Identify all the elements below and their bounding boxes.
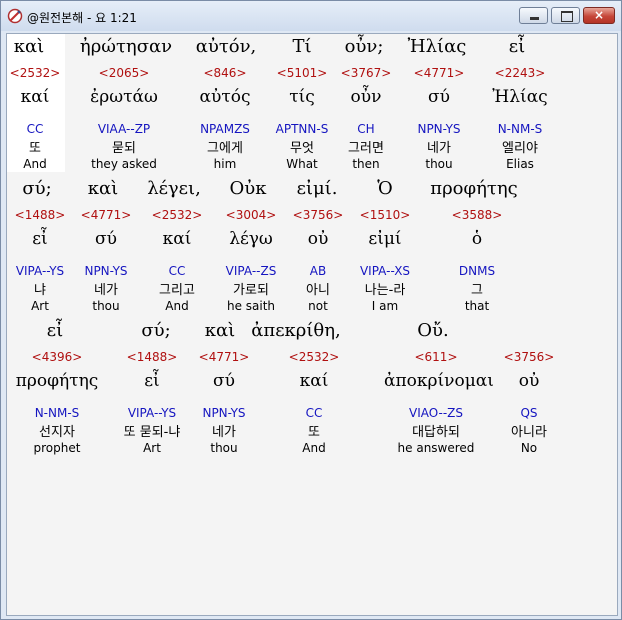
korean-gloss: 엘리야	[502, 141, 538, 156]
word-gloss-group[interactable]: <4396> προφήτης N-NM-S 선지자 prophet	[7, 350, 109, 455]
english-gloss: I am	[371, 299, 399, 313]
interlinear-panel[interactable]: καὶ ἠρώτησαν αὐτόν, Τί οὖν; Ἠλίας εἶ <2532> καί C…	[6, 33, 618, 616]
korean-gloss: 선지자	[39, 425, 75, 440]
korean-gloss: 아니라	[511, 425, 547, 440]
parsing-code: QS	[520, 406, 538, 420]
minimize-icon	[530, 17, 539, 20]
greek-word[interactable]: λέγει,	[147, 178, 201, 199]
word-gloss-group[interactable]: <3588> ὁ DNMS 그 that	[425, 208, 529, 313]
word-gloss-group[interactable]: <611> ἀποκρίνομαι VIAO--ZS 대답하되 he answered	[384, 350, 494, 455]
word-gloss-group[interactable]: <2532> καί CC 또 And	[262, 350, 366, 455]
parsing-code: CC	[305, 406, 323, 420]
english-gloss: No	[520, 441, 538, 455]
lemma-word: Ἠλίας	[492, 87, 548, 107]
english-gloss: thou	[210, 441, 238, 455]
lemma-word: ὁ	[471, 229, 483, 249]
word-gloss-group[interactable]: <2243> Ἠλίας N-NM-S 엘리야 Elias	[468, 66, 572, 171]
word-gloss-group[interactable]: <4771> σύ NPN-YS 네가 thou	[172, 350, 276, 455]
word-gloss-group[interactable]: <3756> οὐ QS 아니라 No	[477, 350, 581, 455]
parsing-code: VIAA--ZP	[97, 122, 151, 136]
maximize-icon	[561, 11, 573, 22]
korean-gloss: 묻되	[112, 141, 136, 156]
english-gloss: they asked	[91, 157, 157, 171]
greek-word[interactable]: Οὐκ	[230, 178, 267, 199]
close-button[interactable]: ×	[583, 7, 615, 24]
lemma-word: ἀποκρίνομαι	[384, 371, 494, 391]
lemma-word: εἰμί	[368, 229, 402, 249]
strongs-number[interactable]: <611>	[384, 350, 488, 364]
korean-gloss: 나는-라	[364, 283, 406, 298]
lemma-word: καί	[299, 371, 329, 391]
lemma-word: ἐρωτάω	[90, 87, 158, 107]
strongs-number[interactable]: <4396>	[7, 350, 109, 364]
korean-gloss: 대답하되	[412, 425, 460, 440]
greek-word[interactable]: οὖν;	[345, 36, 384, 57]
lemma-word: οὐ	[518, 371, 540, 391]
english-gloss: prophet	[33, 441, 81, 455]
greek-word[interactable]: Τί	[292, 36, 311, 57]
strongs-number[interactable]: <2532>	[262, 350, 366, 364]
strongs-number[interactable]: <1510>	[333, 208, 437, 222]
strongs-number[interactable]: <3756>	[477, 350, 581, 364]
word-gloss-group[interactable]: <1510> εἰμί VIPA--XS 나는-라 I am	[333, 208, 437, 313]
parsing-code: N-NM-S	[497, 122, 543, 136]
parsing-code: VIAO--ZS	[408, 406, 464, 420]
greek-word[interactable]: Ἠλίας	[408, 36, 467, 57]
greek-word[interactable]: ἠρώτησαν	[80, 36, 172, 57]
greek-word[interactable]: εἶ	[47, 320, 63, 341]
greek-word[interactable]: Οὔ.	[417, 320, 448, 341]
korean-gloss: 네가	[212, 425, 236, 440]
greek-word[interactable]: σύ;	[22, 178, 51, 199]
greek-word[interactable]: καὶ	[14, 36, 44, 57]
greek-word[interactable]: καὶ	[88, 178, 118, 199]
greek-word[interactable]: καὶ	[205, 320, 235, 341]
english-gloss: And	[302, 441, 326, 455]
strongs-number[interactable]: <2065>	[72, 66, 176, 80]
lemma-word: προφήτης	[15, 371, 99, 391]
korean-gloss: 그	[471, 283, 483, 298]
maximize-button[interactable]	[551, 7, 580, 24]
title-bar[interactable]: @원전본해 - 요 1:21 ×	[1, 1, 621, 31]
english-gloss: he answered	[397, 441, 475, 455]
app-logo-icon	[7, 8, 23, 24]
close-icon: ×	[593, 8, 605, 22]
greek-word[interactable]: Ὁ	[377, 178, 392, 199]
minimize-button[interactable]	[519, 7, 548, 24]
english-gloss: that	[464, 299, 490, 313]
parsing-code: VIPA--XS	[359, 264, 411, 278]
parsing-code: DNMS	[458, 264, 496, 278]
strongs-number[interactable]: <4771>	[172, 350, 276, 364]
greek-word[interactable]: ἀπεκρίθη,	[251, 320, 341, 341]
lemma-word: σύ	[213, 371, 235, 391]
greek-word[interactable]: αὐτόν,	[196, 36, 257, 57]
strongs-number[interactable]: <3588>	[425, 208, 529, 222]
korean-gloss: 또	[308, 425, 320, 440]
greek-word[interactable]: εἶ	[509, 36, 525, 57]
app-window: @원전본해 - 요 1:21 × καὶ ἠρώτησαν αὐτόν, Τί οὖν;…	[0, 0, 622, 620]
strongs-number[interactable]: <2243>	[468, 66, 572, 80]
parsing-code: N-NM-S	[34, 406, 80, 420]
greek-word[interactable]: προφήτης	[430, 178, 517, 199]
greek-word[interactable]: σύ;	[141, 320, 170, 341]
english-gloss: Elias	[506, 157, 534, 171]
word-gloss-group[interactable]: <2065> ἐρωτάω VIAA--ZP 묻되 they asked	[72, 66, 176, 171]
window-title: @원전본해 - 요 1:21	[27, 11, 137, 25]
parsing-code: NPN-YS	[202, 406, 246, 420]
greek-word[interactable]: εἰμί.	[297, 178, 338, 199]
